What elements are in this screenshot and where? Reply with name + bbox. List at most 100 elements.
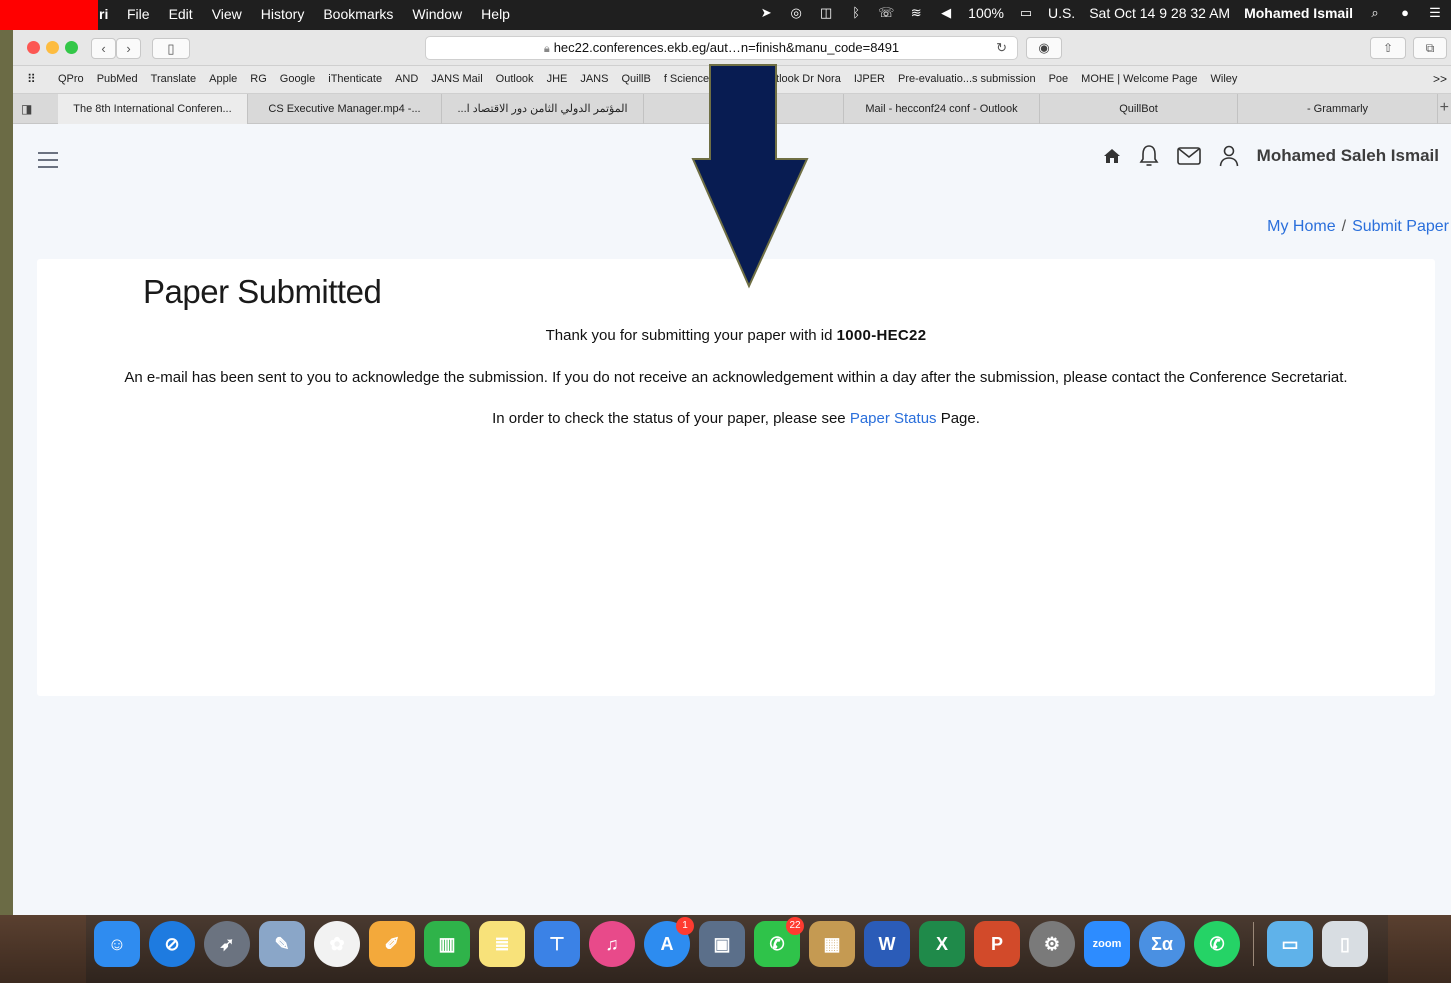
reload-icon[interactable]: ↻ bbox=[996, 37, 1007, 59]
itunes-icon[interactable]: ♫ bbox=[589, 921, 635, 967]
zoom-icon[interactable]: zoom bbox=[1084, 921, 1130, 967]
bookmark-item[interactable]: JANS bbox=[580, 73, 608, 85]
more-bookmarks-icon[interactable]: >> bbox=[1433, 72, 1447, 86]
whatsapp-icon[interactable]: ✆ bbox=[1194, 921, 1240, 967]
bookmark-item[interactable]: AND bbox=[395, 73, 418, 85]
bookmark-item[interactable]: MOHE | Welcome Page bbox=[1081, 73, 1197, 85]
bookmark-item[interactable]: RG bbox=[250, 73, 267, 85]
hamburger-menu-icon[interactable] bbox=[38, 152, 58, 173]
mail-extension-icon[interactable]: ◫ bbox=[818, 5, 834, 21]
bluetooth-icon[interactable]: ᛒ bbox=[848, 5, 864, 21]
bookmark-item[interactable]: Translate bbox=[151, 73, 196, 85]
address-bar[interactable]: 🔒︎ hec22.conferences.ekb.eg/aut…n=finish&… bbox=[425, 36, 1018, 60]
app-store-icon[interactable]: A1 bbox=[644, 917, 694, 967]
breadcrumb-current[interactable]: Submit Paper bbox=[1352, 218, 1449, 235]
menu-window[interactable]: Window bbox=[412, 6, 462, 22]
bookmark-item[interactable]: Apple bbox=[209, 73, 237, 85]
downloads-folder-icon[interactable]: ▭ bbox=[1267, 921, 1313, 967]
location-icon[interactable]: ➤ bbox=[758, 5, 774, 21]
pages-icon[interactable]: ✐ bbox=[369, 921, 415, 967]
bookmark-item[interactable]: iThenticate bbox=[328, 73, 382, 85]
battery-percent[interactable]: 100% bbox=[968, 5, 1004, 21]
menu-edit[interactable]: Edit bbox=[169, 6, 193, 22]
bookmark-item[interactable]: Wiley bbox=[1211, 73, 1238, 85]
mathtype-icon[interactable]: Σα bbox=[1139, 921, 1185, 967]
bookmark-item[interactable]: JANS Mail bbox=[431, 73, 482, 85]
bell-icon[interactable] bbox=[1139, 144, 1159, 168]
system-preferences-icon[interactable]: ⚙ bbox=[1029, 921, 1075, 967]
siri-icon[interactable]: ● bbox=[1397, 5, 1413, 21]
wifi-icon[interactable]: ≋ bbox=[908, 5, 924, 21]
breadcrumb-separator: / bbox=[1341, 218, 1347, 235]
finder-icon[interactable]: ☺ bbox=[94, 921, 140, 967]
battery-icon[interactable]: ▭ bbox=[1018, 5, 1034, 21]
share-icon[interactable]: ⇧ bbox=[1370, 37, 1406, 59]
photos-icon[interactable]: ✿ bbox=[314, 921, 360, 967]
phone-icon[interactable]: ☏ bbox=[878, 5, 894, 21]
input-source[interactable]: U.S. bbox=[1048, 5, 1075, 21]
menu-user[interactable]: Mohamed Ismail bbox=[1244, 5, 1353, 21]
notification-center-icon[interactable]: ☰ bbox=[1427, 5, 1443, 21]
grammarly-extension-icon[interactable]: ◉ bbox=[1026, 37, 1062, 59]
word-icon[interactable]: W bbox=[864, 921, 910, 967]
tab-quillbot[interactable]: QuillBot bbox=[1040, 94, 1238, 124]
image-capture-icon[interactable]: ▣ bbox=[699, 921, 745, 967]
launchpad-icon[interactable]: ➶ bbox=[204, 921, 250, 967]
bookmark-item[interactable]: IJPER bbox=[854, 73, 885, 85]
app-menu-name[interactable]: ri bbox=[99, 6, 108, 22]
mail-icon[interactable] bbox=[1176, 147, 1201, 165]
preview-icon[interactable]: ✎ bbox=[259, 921, 305, 967]
bookmark-item[interactable]: JHE bbox=[547, 73, 568, 85]
top-sites-icon[interactable]: ⠿ bbox=[27, 72, 36, 86]
bookmark-item[interactable]: QPro bbox=[58, 73, 84, 85]
tab-grammarly[interactable]: - Grammarly bbox=[1238, 94, 1438, 124]
breadcrumb: My Home / Submit Paper bbox=[1267, 218, 1449, 236]
archive-utility-icon[interactable]: ▦ bbox=[809, 921, 855, 967]
bookmark-item[interactable]: PubMed bbox=[97, 73, 138, 85]
menu-file[interactable]: File bbox=[127, 6, 150, 22]
new-tab-icon[interactable]: + bbox=[1440, 99, 1449, 117]
creative-cloud-icon[interactable]: ◎ bbox=[788, 5, 804, 21]
minimize-window-button[interactable] bbox=[46, 41, 59, 54]
paper-status-link[interactable]: Paper Status bbox=[850, 410, 937, 427]
show-tabs-icon[interactable]: ⧉ bbox=[1413, 37, 1447, 59]
bookmark-item[interactable]: Poe bbox=[1049, 73, 1069, 85]
bookmark-item[interactable]: Outlook bbox=[496, 73, 534, 85]
menu-view[interactable]: View bbox=[212, 6, 242, 22]
safari-icon[interactable]: ⊘ bbox=[149, 921, 195, 967]
notes-icon[interactable]: ≣ bbox=[479, 921, 525, 967]
tab-video[interactable]: CS Executive Manager.mp4 -... bbox=[248, 94, 442, 124]
facetime-icon[interactable]: ✆ 22 bbox=[754, 917, 804, 967]
archive-utility-glyph: ▦ bbox=[823, 934, 841, 954]
zoom-window-button[interactable] bbox=[65, 41, 78, 54]
tab-outlook-mail[interactable]: Mail - hecconf24 conf - Outlook bbox=[844, 94, 1040, 124]
tab-conference[interactable]: The 8th International Conferen... bbox=[58, 94, 248, 124]
bookmark-item[interactable]: Google bbox=[280, 73, 315, 85]
menu-history[interactable]: History bbox=[261, 6, 305, 22]
trash-icon[interactable]: ▯ bbox=[1322, 921, 1368, 967]
close-window-button[interactable] bbox=[27, 41, 40, 54]
user-icon[interactable] bbox=[1219, 145, 1239, 167]
volume-icon[interactable]: ◀ bbox=[938, 5, 954, 21]
clock[interactable]: Sat Oct 14 9 28 32 AM bbox=[1089, 5, 1230, 21]
forward-button[interactable]: › bbox=[116, 38, 141, 59]
sidebar-toggle-icon[interactable]: ▯ bbox=[152, 38, 190, 59]
bookmark-item[interactable]: QuillB bbox=[621, 73, 650, 85]
powerpoint-icon[interactable]: P bbox=[974, 921, 1020, 967]
back-button[interactable]: ‹ bbox=[91, 38, 116, 59]
spotlight-search-icon[interactable]: ⌕ bbox=[1367, 5, 1383, 21]
excel-icon[interactable]: X bbox=[919, 921, 965, 967]
home-icon[interactable] bbox=[1103, 148, 1121, 164]
keynote-icon[interactable]: ⊤ bbox=[534, 921, 580, 967]
menu-bookmarks[interactable]: Bookmarks bbox=[323, 6, 393, 22]
bookmark-item[interactable]: Pre-evaluatio...s submission bbox=[898, 73, 1036, 85]
paper-id: 1000-HEC22 bbox=[836, 327, 927, 344]
bookmark-items: QPro PubMed Translate Apple RG Google iThentic… bbox=[58, 73, 1237, 85]
breadcrumb-home-link[interactable]: My Home bbox=[1267, 218, 1335, 235]
numbers-icon[interactable]: ▥ bbox=[424, 921, 470, 967]
menu-help[interactable]: Help bbox=[481, 6, 510, 22]
sidebar-toggle-tabs-icon[interactable]: ◨ bbox=[21, 102, 32, 116]
user-name[interactable]: Mohamed Saleh Ismail bbox=[1257, 146, 1439, 166]
browser-toolbar: ‹ › ▯ 🔒︎ hec22.conferences.ekb.eg/aut…n=f… bbox=[13, 30, 1451, 66]
tab-arabic-conference[interactable]: المؤتمر الدولي الثامن دور الاقتصاد ا... bbox=[442, 94, 644, 124]
